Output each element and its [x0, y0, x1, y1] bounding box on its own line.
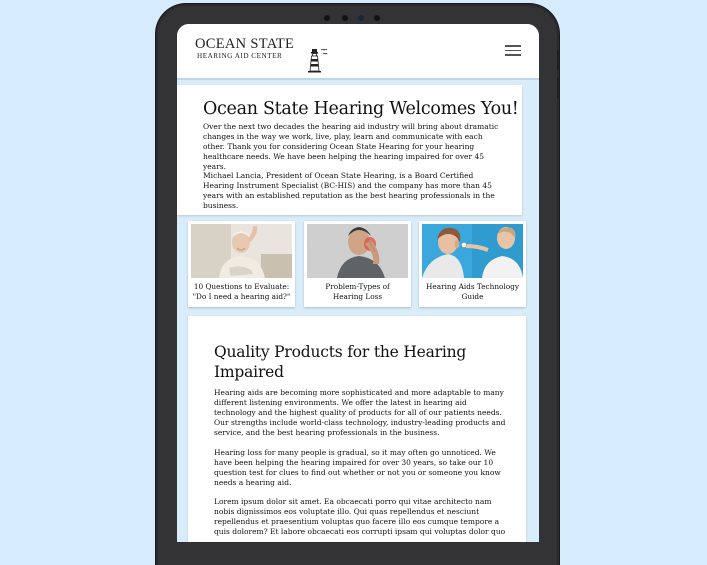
products-card: Quality Products for the Hearing Impaire…: [188, 316, 526, 542]
tile-hearing-aid-questions[interactable]: 10 Questions to Evaluate: "Do I need a h…: [188, 221, 295, 307]
sensor-dot: [342, 15, 348, 21]
sensor-dot: [374, 15, 380, 21]
welcome-title: Ocean State Hearing Welcomes You!: [203, 99, 519, 119]
tile-hearing-loss-types[interactable]: Problem-Types of Hearing Loss: [304, 221, 411, 307]
tile-caption-line: Guide: [461, 291, 484, 301]
tile-caption: Hearing Aids Technology Guide: [421, 282, 524, 301]
welcome-card: Ocean State Hearing Welcomes You! Over t…: [177, 85, 522, 215]
lighthouse-icon: [308, 48, 328, 73]
hearing-aid-fitting-photo: [422, 224, 523, 278]
sensor-dot: [324, 15, 330, 21]
site-logo[interactable]: OCEAN STATE HEARING AID CENTER: [195, 36, 328, 73]
menu-bar: [505, 54, 521, 56]
hamburger-menu-icon[interactable]: [505, 45, 521, 57]
menu-bar: [505, 49, 521, 51]
welcome-paragraph: Michael Lancia, President of Ocean State…: [203, 171, 495, 210]
tile-caption-line: Problem-Types of: [325, 282, 390, 291]
products-paragraph: Hearing aids are becoming more sophistic…: [214, 388, 506, 437]
logo-subtitle: HEARING AID CENTER: [197, 52, 283, 60]
tile-caption-line: Hearing Loss: [332, 291, 383, 301]
volume-button: [557, 78, 560, 98]
tile-caption: Problem-Types of Hearing Loss: [306, 282, 409, 301]
volume-button: [557, 50, 560, 70]
man-ear-pain-photo: [307, 224, 408, 278]
tablet-screen: OCEAN STATE HEARING AID CENTER Ocean Sta…: [177, 24, 539, 542]
tile-caption-line: "Do I need a hearing aid?": [192, 291, 291, 301]
camera-lens: [358, 15, 364, 21]
logo-title: OCEAN STATE: [195, 36, 295, 52]
products-paragraph: Lorem ipsum dolor sit amet. Ea obcaecati…: [214, 497, 506, 536]
products-title: Quality Products for the Hearing Impaire…: [214, 343, 467, 381]
tile-caption-line: Hearing Aids Technology: [426, 282, 519, 291]
menu-bar: [505, 45, 521, 47]
tile-caption-line: 10 Questions to Evaluate:: [193, 282, 290, 291]
tile-caption: 10 Questions to Evaluate: "Do I need a h…: [190, 282, 293, 301]
welcome-paragraph: Over the next two decades the hearing ai…: [203, 122, 499, 171]
products-paragraph: Hearing loss for many people is gradual,…: [214, 448, 501, 487]
site-header: OCEAN STATE HEARING AID CENTER: [177, 24, 539, 80]
tile-hearing-aids-technology[interactable]: Hearing Aids Technology Guide: [419, 221, 526, 307]
elderly-man-photo: [191, 224, 292, 278]
